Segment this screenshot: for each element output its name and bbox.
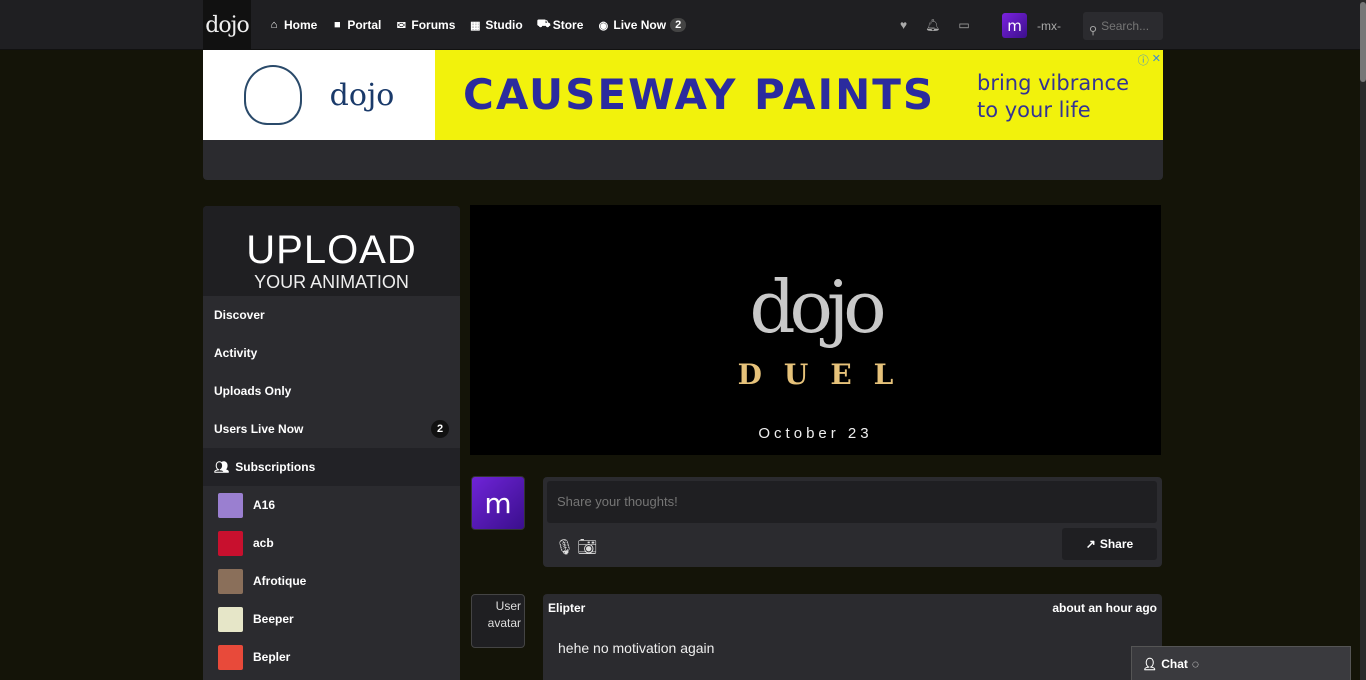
user-actions: ♥ 🔔︎ ▭ <box>900 0 970 50</box>
share-icon: ↗ <box>1085 537 1096 551</box>
subscription-avatar <box>218 568 243 594</box>
subscription-item[interactable]: acb <box>203 524 460 562</box>
subscription-avatar <box>218 644 243 670</box>
subscription-item[interactable]: A16 <box>203 486 460 524</box>
nav-portal-label: Portal <box>347 18 382 32</box>
thoughts-input[interactable] <box>547 481 1157 523</box>
sidebar-item-label: Uploads Only <box>214 384 292 398</box>
subscription-item[interactable]: Bepler <box>203 638 460 676</box>
chat-button[interactable]: 👤︎ Chat ◌ <box>1131 646 1351 680</box>
subscription-avatar <box>218 492 243 518</box>
sidebar-item-discover[interactable]: Discover <box>203 296 460 334</box>
subscription-name: acb <box>253 536 274 550</box>
search-icon: ⚲ <box>1089 24 1098 37</box>
ad-controls: ⓘ ✕ <box>1138 52 1161 68</box>
activity-post: Elipter about an hour ago hehe no motiva… <box>543 594 1162 680</box>
header-banner: dojo CAUSEWAY PAINTS bring vibrance to y… <box>203 50 1163 180</box>
sidebar-item-users-live-now[interactable]: Users Live Now 2 <box>203 410 460 448</box>
sidebar: UPLOAD YOUR ANIMATION Discover Activity … <box>203 206 460 680</box>
video-icon: ■ <box>334 19 341 31</box>
nav-live-now-label: Live Now <box>613 18 667 32</box>
site-logo[interactable]: dojo <box>203 0 251 50</box>
sidebar-item-uploads-only[interactable]: Uploads Only <box>203 372 460 410</box>
post-composer: 🎙︎ 📷︎ ↗Share <box>543 477 1162 567</box>
heart-icon[interactable]: ♥ <box>900 18 907 32</box>
live-users-count: 2 <box>431 420 449 438</box>
nav-studio[interactable]: ▦ Studio <box>469 18 523 32</box>
ad-brand: CAUSEWAY PAINTS <box>463 70 936 119</box>
nav-store[interactable]: ⛟ Store <box>537 18 584 32</box>
user-avatar[interactable]: m <box>1002 13 1027 38</box>
nav-home[interactable]: ⌂ Home <box>268 18 318 32</box>
upload-subtitle: YOUR ANIMATION <box>254 272 409 292</box>
scrollbar-thumb[interactable] <box>1360 2 1366 82</box>
post-author-avatar[interactable]: User avatar <box>471 594 525 648</box>
info-icon[interactable]: ⓘ <box>1138 52 1149 68</box>
subscriptions-header: 👥︎ Subscriptions <box>203 448 460 486</box>
user-avatar-initial: m <box>1007 16 1022 35</box>
page-scrollbar[interactable] <box>1360 0 1366 680</box>
subscription-name: Afrotique <box>253 574 307 588</box>
close-icon[interactable]: ✕ <box>1152 52 1161 68</box>
subscriptions-label: Subscriptions <box>235 460 316 474</box>
search-input[interactable] <box>1101 19 1160 33</box>
hero-date: October 23 <box>758 425 873 442</box>
user-icon: 👤︎ <box>1142 656 1158 671</box>
sidebar-item-label: Activity <box>214 346 258 360</box>
subscription-item[interactable]: Beeper <box>203 600 460 638</box>
subscription-avatar <box>218 530 243 556</box>
my-avatar-initial: m <box>484 486 512 520</box>
bell-icon[interactable]: 🔔︎ <box>925 18 940 32</box>
users-icon: 👥︎ <box>214 460 230 474</box>
username[interactable]: -mx- <box>1037 19 1061 33</box>
logo-text: dojo <box>205 12 249 38</box>
nav-store-label: Store <box>552 18 584 32</box>
spinner-icon: ◌ <box>1191 656 1200 671</box>
inbox-icon[interactable]: ▭ <box>958 18 969 32</box>
my-avatar[interactable]: m <box>471 476 525 530</box>
nav-home-label: Home <box>284 18 318 32</box>
banner-logo[interactable]: dojo <box>203 50 435 140</box>
upload-title: UPLOAD <box>246 228 417 272</box>
featured-banner[interactable]: dojo DUEL October 23 <box>470 205 1161 455</box>
live-count-badge: 2 <box>670 18 687 32</box>
post-author[interactable]: Elipter <box>548 601 585 615</box>
eye-icon: ◉ <box>598 19 609 32</box>
upload-promo[interactable]: UPLOAD YOUR ANIMATION <box>203 206 460 296</box>
subscription-avatar <box>218 606 243 632</box>
nav-portal[interactable]: ■ Portal <box>331 18 381 32</box>
camera-icon[interactable]: 📷︎ <box>577 537 597 557</box>
main-nav: ⌂ Home ■ Portal ✉ Forums ▦ Studio ⛟ Store ◉ Li… <box>268 0 687 50</box>
subscription-name: Beeper <box>253 612 294 626</box>
banner-logo-text: dojo <box>329 77 395 113</box>
post-body: hehe no motivation again <box>558 640 715 656</box>
comments-icon: ✉ <box>396 19 406 32</box>
microphone-icon[interactable]: 🎙︎ <box>555 538 574 556</box>
advertisement[interactable]: CAUSEWAY PAINTS bring vibrance to your l… <box>435 50 1163 140</box>
hero-logo: dojo <box>749 265 886 349</box>
sidebar-item-label: Users Live Now <box>214 422 304 436</box>
avatar-alt-text: User avatar <box>487 599 521 630</box>
sidebar-item-label: Discover <box>214 308 265 322</box>
hero-title: DUEL <box>737 358 916 391</box>
share-label: Share <box>1099 537 1134 551</box>
nav-forums[interactable]: ✉ Forums <box>395 18 456 32</box>
search-box: ⚲ <box>1083 12 1163 40</box>
subscription-name: A16 <box>253 498 276 512</box>
top-nav: dojo ⌂ Home ■ Portal ✉ Forums ▦ Studio ⛟ Stor… <box>0 0 1366 50</box>
post-timestamp: about an hour ago <box>1052 601 1157 615</box>
film-icon: ▦ <box>470 19 481 32</box>
mascot-image <box>243 65 302 125</box>
cart-icon: ⛟ <box>536 18 551 30</box>
ad-tagline: bring vibrance to your life <box>977 71 1129 122</box>
subscription-item[interactable]: Afrotique <box>203 562 460 600</box>
sidebar-item-activity[interactable]: Activity <box>203 334 460 372</box>
home-icon: ⌂ <box>270 19 278 31</box>
chat-label: Chat <box>1161 656 1188 671</box>
subscription-name: Bepler <box>253 650 291 664</box>
nav-live-now[interactable]: ◉ Live Now 2 <box>597 18 687 32</box>
share-button[interactable]: ↗ Share <box>1062 528 1157 560</box>
nav-studio-label: Studio <box>485 18 523 32</box>
nav-forums-label: Forums <box>411 18 456 32</box>
